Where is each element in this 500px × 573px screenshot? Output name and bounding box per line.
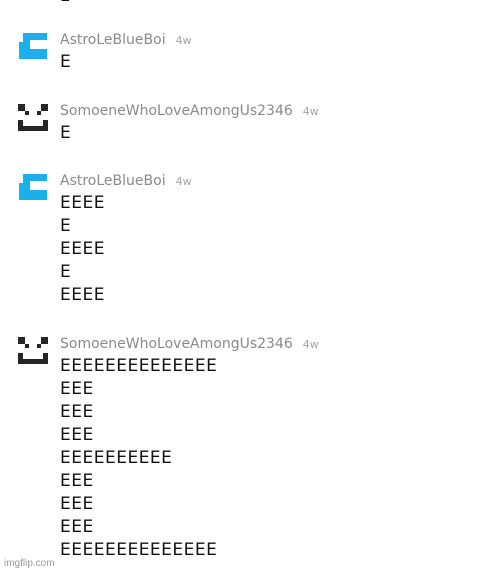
comment-body: EEEEEEEEEEEEEE EEE EEE EEE EEEEEEEEEE EE… (60, 355, 217, 562)
comment-age: 4w (175, 34, 192, 47)
comment-body: EEEE E EEEE E EEEE (60, 192, 105, 307)
username-link[interactable]: AstroLeBlueBoi (60, 32, 166, 48)
comment-line: EEE (60, 494, 94, 514)
comment-line: EEEE (60, 239, 105, 259)
comment-meta: SomoeneWhoLoveAmongUs2346 4w (60, 335, 319, 354)
pixel-face-icon[interactable] (17, 102, 49, 134)
cut-off-comment-text: E (60, 0, 70, 6)
comment-line: EEE (60, 425, 94, 445)
comment-line: EEE (60, 402, 94, 422)
comment-line: EEE (60, 379, 94, 399)
comment-line: EEEE (60, 285, 105, 305)
comment-body: E (60, 122, 71, 145)
pixel-face-icon[interactable] (17, 335, 49, 367)
comment-line: EEE (60, 517, 94, 537)
comment-line: EEEEEEEEEEEEEE (60, 356, 218, 376)
imgflip-watermark: imgflip.com (4, 558, 55, 569)
comment-line: E (60, 262, 72, 282)
comment-body: E (60, 51, 71, 74)
comment-line: E (60, 52, 72, 72)
comment-line: EEEEEEEEEEEEEE (60, 540, 218, 560)
username-link[interactable]: SomoeneWhoLoveAmongUs2346 (60, 336, 293, 352)
username-link[interactable]: SomoeneWhoLoveAmongUs2346 (60, 103, 293, 119)
comment-meta: AstroLeBlueBoi 4w (60, 172, 192, 191)
comment-line: EEEE (60, 193, 105, 213)
comment-age: 4w (175, 175, 192, 188)
comment-line: E (60, 216, 72, 236)
comment-meta: SomoeneWhoLoveAmongUs2346 4w (60, 102, 319, 121)
comment-meta: AstroLeBlueBoi 4w (60, 31, 192, 50)
comment-age: 4w (302, 338, 319, 351)
blue-c-icon[interactable] (17, 172, 49, 204)
comment-age: 4w (302, 105, 319, 118)
blue-c-icon[interactable] (17, 31, 49, 63)
comment-line: E (60, 123, 72, 143)
username-link[interactable]: AstroLeBlueBoi (60, 173, 166, 189)
comment-line: EEEEEEEEEE (60, 448, 173, 468)
comment-line: EEE (60, 471, 94, 491)
